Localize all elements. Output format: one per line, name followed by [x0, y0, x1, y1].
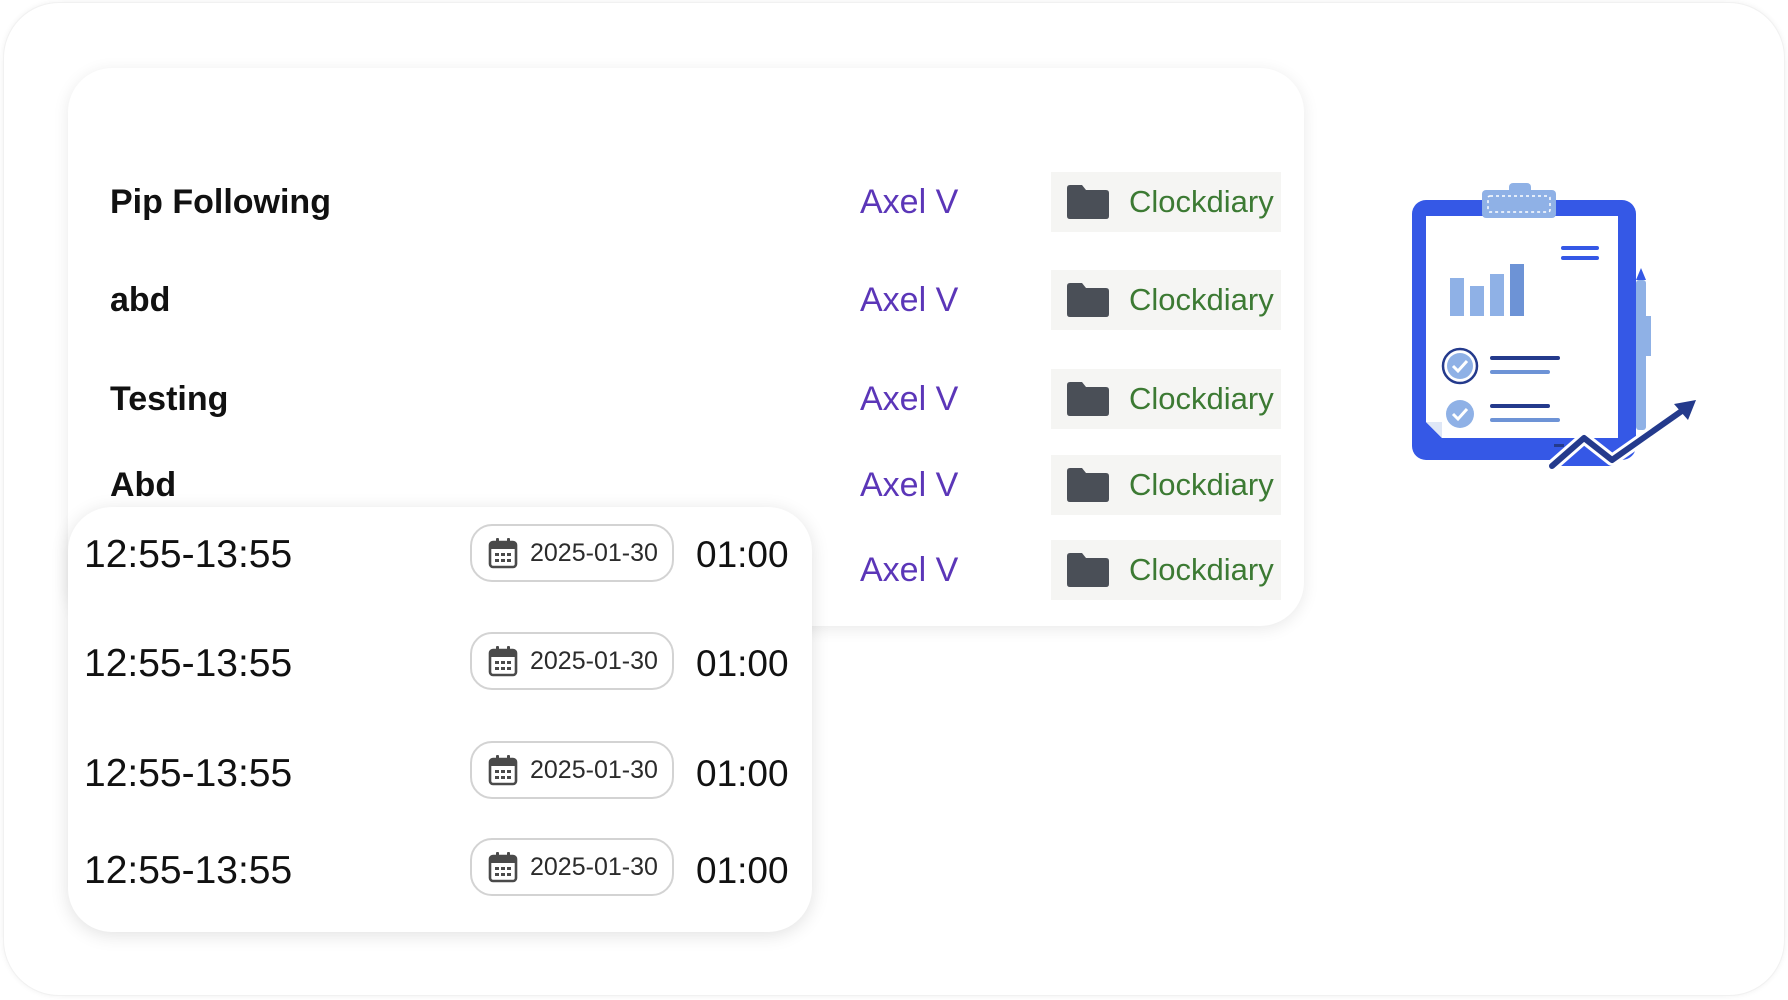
task-name: Abd: [110, 466, 177, 504]
task-name: abd: [110, 281, 171, 319]
task-user[interactable]: Axel V: [860, 172, 958, 232]
calendar-icon: [488, 537, 518, 569]
project-name: Clockdiary: [1129, 467, 1274, 502]
time-range: 12:55-13:55: [84, 849, 293, 892]
pencil-shape: [1636, 280, 1646, 430]
date-pill[interactable]: 2025-01-30: [470, 632, 674, 690]
entry-date: 2025-01-30: [530, 755, 658, 784]
time-entry-row[interactable]: 12:55-13:55 2025-01-30 01:00: [68, 838, 812, 902]
time-range: 12:55-13:55: [84, 642, 293, 685]
folder-icon: [1065, 381, 1111, 417]
entry-duration: 01:00: [696, 850, 789, 891]
task-row[interactable]: Testing Axel V Clockdiary: [68, 369, 1304, 429]
time-range: 12:55-13:55: [84, 752, 293, 795]
project-badge[interactable]: Clockdiary: [1051, 369, 1281, 429]
time-entry-row[interactable]: 12:55-13:55 2025-01-30 01:00: [68, 741, 812, 805]
folder-icon: [1065, 184, 1111, 220]
entry-duration: 01:00: [696, 534, 789, 575]
project-badge[interactable]: Clockdiary: [1051, 172, 1281, 232]
calendar-icon: [488, 754, 518, 786]
project-badge[interactable]: Clockdiary: [1051, 455, 1281, 515]
project-badge[interactable]: Clockdiary: [1051, 270, 1281, 330]
calendar-icon: [488, 851, 518, 883]
clipboard-report-icon: [1404, 176, 1724, 496]
date-pill[interactable]: 2025-01-30: [470, 524, 674, 582]
project-name: Clockdiary: [1129, 282, 1274, 317]
date-pill[interactable]: 2025-01-30: [470, 838, 674, 896]
task-name: Testing: [110, 380, 229, 418]
task-user[interactable]: Axel V: [860, 540, 958, 600]
time-range: 12:55-13:55: [84, 533, 293, 576]
project-name: Clockdiary: [1129, 381, 1274, 416]
task-row[interactable]: Pip Following Axel V Clockdiary: [68, 172, 1304, 232]
task-user[interactable]: Axel V: [860, 455, 958, 515]
project-name: Clockdiary: [1129, 184, 1274, 219]
task-row[interactable]: Abd Axel V Clockdiary: [68, 455, 1304, 515]
folder-icon: [1065, 467, 1111, 503]
project-name: Clockdiary: [1129, 552, 1274, 587]
project-badge[interactable]: Clockdiary: [1051, 540, 1281, 600]
task-row[interactable]: abd Axel V Clockdiary: [68, 270, 1304, 330]
entry-date: 2025-01-30: [530, 538, 658, 567]
calendar-icon: [488, 645, 518, 677]
entry-duration: 01:00: [696, 643, 789, 684]
time-entry-row[interactable]: 12:55-13:55 2025-01-30 01:00: [68, 524, 812, 586]
task-name: Pip Following: [110, 183, 331, 221]
entry-date: 2025-01-30: [530, 852, 658, 881]
task-user[interactable]: Axel V: [860, 270, 958, 330]
entry-duration: 01:00: [696, 753, 789, 794]
task-user[interactable]: Axel V: [860, 369, 958, 429]
time-entry-row[interactable]: 12:55-13:55 2025-01-30 01:00: [68, 632, 812, 695]
time-entries-card: 12:55-13:55 2025-01-30 01:00 12:55-13:55…: [68, 507, 812, 932]
screenshot-canvas: Pip Following Axel V Clockdiary abd Axel…: [0, 0, 1788, 1000]
date-pill[interactable]: 2025-01-30: [470, 741, 674, 799]
folder-icon: [1065, 282, 1111, 318]
folder-icon: [1065, 552, 1111, 588]
entry-date: 2025-01-30: [530, 646, 658, 675]
